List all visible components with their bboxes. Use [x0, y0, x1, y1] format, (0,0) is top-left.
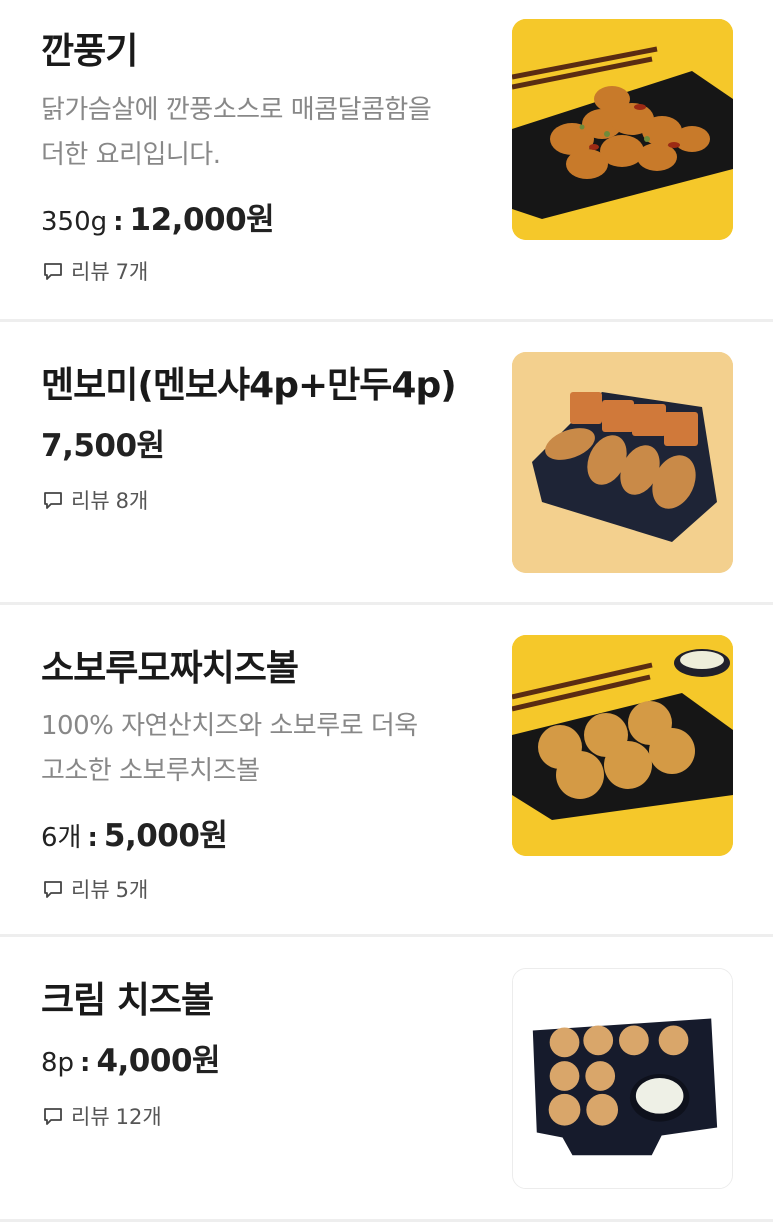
review-label: 리뷰: [71, 489, 110, 513]
food-photo-icon: [513, 969, 732, 1188]
quantity: 8p: [41, 1048, 75, 1078]
description-line: 100% 자연산치즈와 소보루로 더욱: [41, 711, 418, 741]
menu-item-image[interactable]: [512, 968, 733, 1189]
review-count[interactable]: 리뷰 8개: [43, 485, 148, 515]
menu-list: 깐풍기 닭가슴살에 깐풍소스로 매콤달콤함을 더한 요리입니다. 350g:12…: [0, 0, 773, 1222]
speech-bubble-icon: [44, 881, 62, 898]
quantity: 6개: [41, 823, 82, 853]
price-separator: :: [87, 823, 98, 853]
food-photo-icon: [512, 19, 733, 240]
review-count[interactable]: 리뷰 5개: [43, 874, 148, 904]
menu-item-description: 100% 자연산치즈와 소보루로 더욱 고소한 소보루치즈볼: [41, 704, 481, 794]
menu-item-price: 8p:4,000원: [41, 1035, 221, 1080]
review-number: 12개: [115, 1105, 162, 1129]
description-line: 고소한 소보루치즈볼: [41, 756, 260, 786]
menu-item[interactable]: 멘보미(멘보샤4p+만두4p) 7,500원 리뷰 8개: [0, 322, 773, 605]
menu-item-description: 닭가슴살에 깐풍소스로 매콤달콤함을 더한 요리입니다.: [41, 88, 481, 178]
review-number: 8개: [115, 489, 149, 513]
food-photo-icon: [512, 352, 733, 573]
review-number: 5개: [115, 878, 149, 902]
price-amount: 12,000원: [129, 202, 275, 238]
price-amount: 7,500원: [41, 428, 165, 464]
menu-item-image[interactable]: [512, 352, 733, 573]
menu-item[interactable]: 크림 치즈볼 8p:4,000원 리뷰 12개: [0, 937, 773, 1222]
price-amount: 4,000원: [96, 1043, 221, 1079]
menu-item-price: 7,500원: [41, 420, 165, 465]
review-count[interactable]: 리뷰 7개: [43, 256, 148, 286]
menu-item-name: 소보루모짜치즈볼: [41, 648, 299, 689]
menu-item-image[interactable]: [512, 635, 733, 856]
speech-bubble-icon: [44, 263, 62, 280]
menu-item-name: 크림 치즈볼: [41, 980, 214, 1021]
review-label: 리뷰: [71, 260, 110, 284]
price-separator: :: [113, 207, 124, 237]
menu-item-name: 깐풍기: [41, 31, 138, 72]
price-separator: :: [80, 1048, 91, 1078]
speech-bubble-icon: [44, 492, 62, 509]
review-label: 리뷰: [71, 878, 110, 902]
menu-item[interactable]: 소보루모짜치즈볼 100% 자연산치즈와 소보루로 더욱 고소한 소보루치즈볼 …: [0, 605, 773, 937]
description-line: 닭가슴살에 깐풍소스로 매콤달콤함을: [41, 95, 432, 125]
review-label: 리뷰: [71, 1105, 110, 1129]
menu-item-price: 350g:12,000원: [41, 194, 275, 239]
review-number: 7개: [115, 260, 149, 284]
price-amount: 5,000원: [103, 818, 228, 854]
description-line: 더한 요리입니다.: [41, 140, 221, 170]
speech-bubble-icon: [44, 1108, 62, 1125]
review-count[interactable]: 리뷰 12개: [43, 1101, 162, 1131]
menu-item-price: 6개:5,000원: [41, 810, 228, 855]
food-photo-icon: [512, 635, 733, 856]
menu-item-image[interactable]: [512, 19, 733, 240]
quantity: 350g: [41, 207, 108, 237]
menu-item[interactable]: 깐풍기 닭가슴살에 깐풍소스로 매콤달콤함을 더한 요리입니다. 350g:12…: [0, 0, 773, 322]
menu-item-name: 멘보미(멘보샤4p+만두4p): [41, 365, 457, 406]
